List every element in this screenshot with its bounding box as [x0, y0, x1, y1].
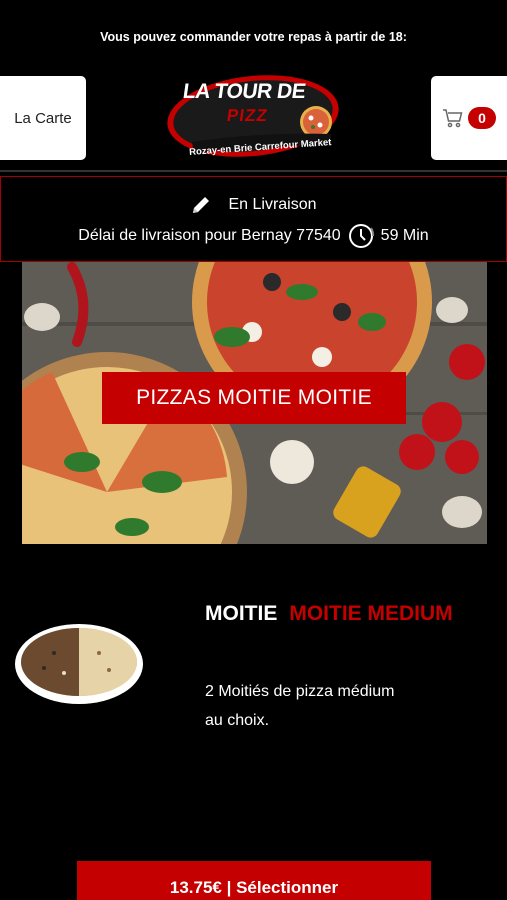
clock-icon [348, 224, 374, 248]
logo-line2: PIZZ [225, 106, 270, 125]
restaurant-logo[interactable]: LA TOUR DE PIZZ Rozay-en Brie Carrefour … [163, 68, 345, 168]
cart-icon [443, 109, 463, 128]
product-name: MOITIE MOITIE MEDIUM [205, 602, 453, 626]
delivery-delay-time: 59 Min [380, 227, 429, 244]
cart-count-badge: 0 [468, 107, 496, 129]
select-product-button[interactable]: 13.75€ | Sélectionner [77, 861, 431, 900]
product-image[interactable] [14, 618, 144, 708]
pencil-icon[interactable] [190, 194, 212, 216]
product-name-part2: MOITIE MEDIUM [289, 602, 453, 625]
product-description: 2 Moitiés de pizza médium au choix. [205, 683, 395, 729]
category-hero-image: PIZZAS MOITIE MOITIE [22, 262, 487, 544]
logo-line1: LA TOUR DE [181, 80, 307, 103]
header-divider [0, 170, 507, 172]
delivery-delay-text: Délai de livraison pour Bernay 77540 [78, 227, 341, 244]
half-half-pizza-image [15, 624, 143, 704]
menu-carte-button[interactable]: La Carte [0, 76, 86, 160]
delivery-info-box[interactable]: En Livraison Délai de livraison pour Ber… [0, 176, 507, 262]
category-title: PIZZAS MOITIE MOITIE [102, 372, 406, 424]
product-name-part1: MOITIE [205, 602, 278, 625]
header: La Carte LA TOUR DE PIZZ Rozay-en Brie C… [0, 75, 507, 162]
delivery-mode: En Livraison [228, 196, 317, 213]
cart-button[interactable]: 0 [431, 76, 507, 160]
order-time-banner: Vous pouvez commander votre repas à part… [100, 30, 407, 44]
